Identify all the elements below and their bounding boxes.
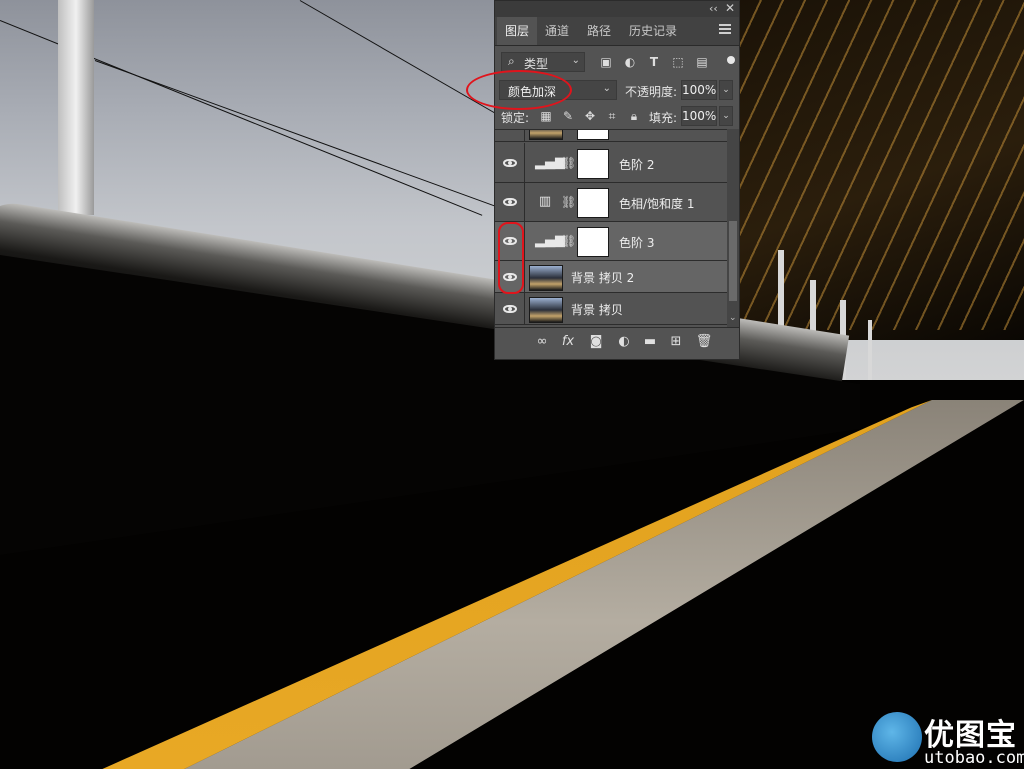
visibility-cell[interactable]	[495, 261, 525, 292]
hue-saturation-icon: ▥	[538, 194, 552, 209]
levels-icon: ▂▄▆	[535, 233, 565, 248]
folder-icon[interactable]: ▬	[641, 334, 659, 350]
lock-position-icon[interactable]: ✥	[583, 109, 597, 123]
blend-mode-value: 颜色加深	[508, 85, 557, 99]
layer-name[interactable]: 色相/饱和度 1	[619, 195, 695, 212]
layer-name[interactable]: 背景 拷贝	[571, 301, 623, 318]
layer-row-selected[interactable]: ▂▄▆ ⛓︎ 色阶 3	[495, 222, 727, 261]
fill-field[interactable]: 100%	[681, 106, 717, 126]
layer-row[interactable]: ▂▄▆ ⛓︎ 色阶 2	[495, 143, 727, 183]
chevron-down-icon: ⌄	[602, 83, 611, 94]
type-filter-icon[interactable]: T	[647, 55, 661, 69]
layer-mask-thumbnail[interactable]	[577, 149, 609, 179]
adjustment-filter-icon[interactable]: ◐	[623, 55, 637, 69]
panel-menu-icon[interactable]	[719, 24, 731, 34]
panel-title-bar[interactable]: ‹‹ ✕	[495, 1, 739, 17]
opacity-label: 不透明度:	[625, 85, 678, 99]
fx-icon[interactable]: fx	[559, 334, 577, 350]
eye-icon[interactable]	[503, 273, 517, 281]
close-panel-icon[interactable]: ✕	[725, 1, 735, 15]
watermark-logo	[872, 712, 922, 762]
lock-all-icon[interactable]: 🔒︎	[627, 109, 641, 123]
layer-row[interactable]: 背景 拷贝	[495, 293, 727, 325]
visibility-cell[interactable]	[495, 143, 525, 182]
add-mask-icon[interactable]: ◙	[587, 334, 605, 350]
fill-dropdown-icon[interactable]: ⌄	[719, 106, 733, 126]
scroll-down-icon[interactable]: ⌄	[729, 313, 737, 323]
eye-icon[interactable]	[503, 237, 517, 245]
layer-name[interactable]: 色阶 3	[619, 234, 654, 251]
lock-artboard-icon[interactable]: ⌗	[605, 109, 619, 123]
layers-list: ▂▄▆ ⛓︎ 色阶 2 ▥ ⛓︎ 色相/饱和度 1 ▂▄▆ ⛓︎ 色阶 3 背景…	[495, 129, 727, 328]
watermark-url: utobao.com	[924, 748, 1024, 768]
filter-kind-select[interactable]: ⌕ 类型 ⌄	[501, 52, 585, 72]
tab-layers[interactable]: 图层	[497, 17, 538, 45]
new-adjustment-icon[interactable]: ◐	[615, 334, 633, 350]
visibility-cell[interactable]	[495, 293, 525, 324]
tab-paths[interactable]: 路径	[579, 17, 619, 45]
lock-brush-icon[interactable]: ✎	[561, 109, 575, 123]
blend-row: 颜色加深 ⌄ 不透明度: 100% ⌄	[495, 77, 739, 103]
tab-history[interactable]: 历史记录	[621, 17, 685, 45]
link-layers-icon[interactable]: ∞	[533, 334, 551, 350]
visibility-cell[interactable]	[495, 183, 525, 221]
link-icon[interactable]: ⛓︎	[561, 194, 576, 210]
visibility-cell[interactable]	[495, 130, 525, 141]
watermark: 优图宝 utobao.com	[868, 708, 1024, 769]
tab-channels[interactable]: 通道	[537, 17, 577, 45]
layer-mask-thumbnail[interactable]	[577, 130, 609, 140]
layers-panel: ‹‹ ✕ 图层 通道 路径 历史记录 ⌕ 类型 ⌄ ▣ ◐ T ⬚ ▤ 颜色加深…	[494, 0, 740, 360]
eye-icon[interactable]	[503, 305, 517, 313]
link-icon[interactable]: ⛓︎	[561, 155, 576, 171]
filter-kind-label: 类型	[524, 57, 549, 71]
scrollbar-thumb[interactable]	[729, 221, 737, 301]
collapse-panel-icon[interactable]: ‹‹	[709, 2, 718, 15]
link-icon[interactable]: ⛓︎	[561, 233, 576, 249]
filter-toggle-icon[interactable]	[727, 56, 735, 64]
trash-icon[interactable]: 🗑︎	[695, 334, 713, 350]
panel-tabs: 图层 通道 路径 历史记录	[495, 17, 739, 46]
layer-row[interactable]: ▥ ⛓︎ 色相/饱和度 1	[495, 183, 727, 222]
opacity-dropdown-icon[interactable]: ⌄	[719, 80, 733, 100]
layer-name[interactable]: 背景 拷贝 2	[571, 269, 634, 286]
layers-bottom-toolbar: ∞ fx ◙ ◐ ▬ ⊞ 🗑︎	[495, 327, 739, 358]
pixel-filter-icon[interactable]: ▣	[599, 55, 613, 69]
blend-mode-select[interactable]: 颜色加深 ⌄	[499, 80, 617, 100]
layer-filter-row: ⌕ 类型 ⌄ ▣ ◐ T ⬚ ▤	[495, 49, 739, 75]
layer-mask-thumbnail[interactable]	[577, 227, 609, 257]
layer-thumbnail	[529, 265, 563, 291]
opacity-field[interactable]: 100%	[681, 80, 717, 100]
layers-scrollbar[interactable]: ⌄	[727, 129, 739, 327]
layer-thumbnail	[529, 130, 563, 140]
smart-object-filter-icon[interactable]: ▤	[695, 55, 709, 69]
levels-icon: ▂▄▆	[535, 155, 565, 170]
layer-mask-thumbnail[interactable]	[577, 188, 609, 218]
layer-row-selected[interactable]: 背景 拷贝 2	[495, 261, 727, 293]
visibility-cell[interactable]	[495, 222, 525, 260]
lock-label: 锁定:	[501, 111, 530, 125]
eye-icon[interactable]	[503, 159, 517, 167]
lock-row: 锁定: ▦ ✎ ✥ ⌗ 🔒︎ 填充: 100% ⌄	[495, 105, 739, 129]
search-icon: ⌕	[508, 54, 515, 68]
chevron-down-icon: ⌄	[571, 55, 580, 66]
lock-transparent-icon[interactable]: ▦	[539, 109, 553, 123]
shape-filter-icon[interactable]: ⬚	[671, 55, 685, 69]
new-layer-icon[interactable]: ⊞	[667, 334, 685, 350]
catenary-pole	[58, 0, 94, 215]
layer-name[interactable]: 色阶 2	[619, 156, 654, 173]
eye-icon[interactable]	[503, 198, 517, 206]
layer-thumbnail	[529, 297, 563, 323]
fill-label: 填充:	[649, 111, 678, 125]
layer-row-partial[interactable]	[495, 130, 727, 142]
